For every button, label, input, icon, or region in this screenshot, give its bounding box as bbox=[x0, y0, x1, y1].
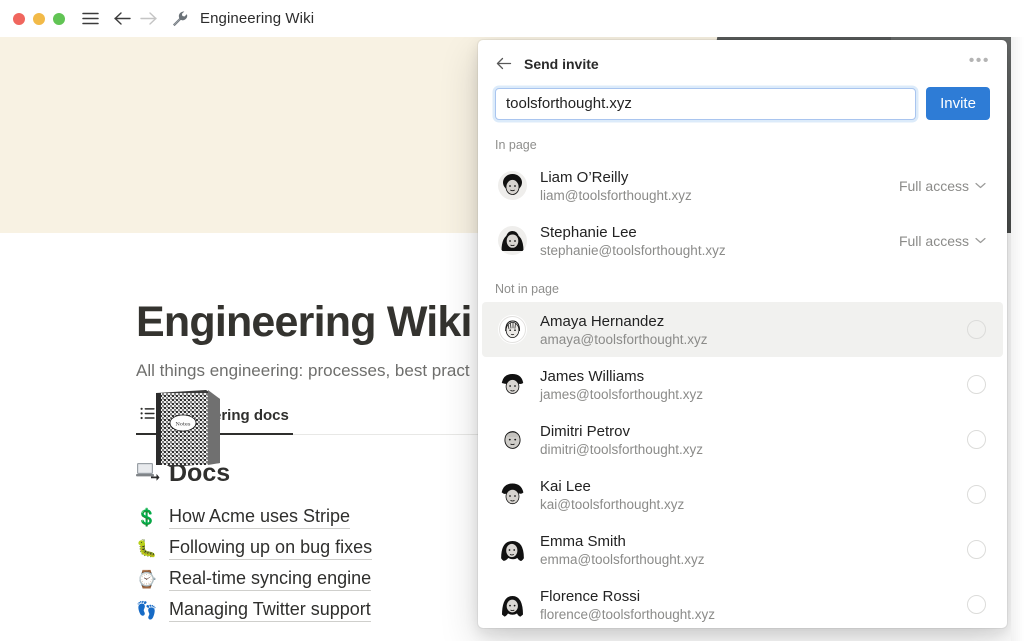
avatar-emma bbox=[498, 535, 527, 564]
access-dropdown[interactable]: Full access bbox=[899, 233, 986, 249]
doc-link[interactable]: How Acme uses Stripe bbox=[169, 506, 350, 529]
list-item-stephanie-lee[interactable]: Stephanie Lee stephanie@toolsforthought.… bbox=[482, 213, 1003, 268]
modal-title: Send invite bbox=[524, 56, 599, 72]
wrench-icon[interactable] bbox=[167, 6, 193, 32]
doc-link[interactable]: Real-time syncing engine bbox=[169, 568, 371, 591]
chevron-down-icon bbox=[975, 237, 986, 244]
select-radio[interactable] bbox=[967, 430, 986, 449]
group-label-not-in-page: Not in page bbox=[478, 268, 1007, 302]
select-radio[interactable] bbox=[967, 375, 986, 394]
access-label: Full access bbox=[899, 233, 969, 249]
window-titlebar: Engineering Wiki bbox=[0, 0, 1024, 37]
svg-text:Notes: Notes bbox=[176, 422, 191, 428]
arrow-right-icon[interactable] bbox=[135, 6, 161, 32]
avatar-dimitri bbox=[498, 425, 527, 454]
person-name: Dimitri Petrov bbox=[540, 423, 703, 440]
person-email: liam@toolsforthought.xyz bbox=[540, 188, 692, 203]
close-window-button[interactable] bbox=[13, 13, 25, 25]
person-email: amaya@toolsforthought.xyz bbox=[540, 332, 708, 347]
avatar-kai bbox=[498, 480, 527, 509]
person-name: Amaya Hernandez bbox=[540, 313, 708, 330]
invite-search-input[interactable] bbox=[495, 88, 916, 120]
person-email: kai@toolsforthought.xyz bbox=[540, 497, 684, 512]
bug-icon: 🐛 bbox=[136, 539, 158, 559]
doc-link[interactable]: Managing Twitter support bbox=[169, 599, 371, 622]
maximize-window-button[interactable] bbox=[53, 13, 65, 25]
dollar-icon: 💲 bbox=[136, 508, 158, 528]
person-email: emma@toolsforthought.xyz bbox=[540, 552, 705, 567]
person-name: James Williams bbox=[540, 368, 703, 385]
select-radio[interactable] bbox=[967, 485, 986, 504]
invite-button[interactable]: Invite bbox=[926, 87, 990, 120]
avatar-stephanie bbox=[498, 226, 527, 255]
footprints-icon: 👣 bbox=[136, 601, 158, 621]
back-arrow-icon[interactable] bbox=[494, 54, 514, 74]
list-item-liam-oreilly[interactable]: Liam O’Reilly liam@toolsforthought.xyz F… bbox=[482, 158, 1003, 213]
person-email: james@toolsforthought.xyz bbox=[540, 387, 703, 402]
person-email: florence@toolsforthought.xyz bbox=[540, 607, 715, 622]
avatar-florence bbox=[498, 590, 527, 619]
person-name: Liam O’Reilly bbox=[540, 169, 692, 186]
person-email: dimitri@toolsforthought.xyz bbox=[540, 442, 703, 457]
chevron-down-icon bbox=[975, 182, 986, 189]
person-name: Stephanie Lee bbox=[540, 224, 726, 241]
invite-input-row: Invite bbox=[478, 87, 1007, 120]
access-label: Full access bbox=[899, 178, 969, 194]
access-dropdown[interactable]: Full access bbox=[899, 178, 986, 194]
list-item-florence-rossi[interactable]: Florence Rossi florence@toolsforthought.… bbox=[482, 577, 1003, 628]
background-avatar bbox=[852, 637, 882, 641]
avatar-james bbox=[498, 370, 527, 399]
list-item-james-williams[interactable]: James Williams james@toolsforthought.xyz bbox=[482, 357, 1003, 412]
watch-icon: ⌚ bbox=[136, 570, 158, 590]
list-item-dimitri-petrov[interactable]: Dimitri Petrov dimitri@toolsforthought.x… bbox=[482, 412, 1003, 467]
minimize-window-button[interactable] bbox=[33, 13, 45, 25]
doc-link[interactable]: Following up on bug fixes bbox=[169, 537, 372, 560]
person-name: Florence Rossi bbox=[540, 588, 715, 605]
list-item-kai-lee[interactable]: Kai Lee kai@toolsforthought.xyz bbox=[482, 467, 1003, 522]
list-item-emma-smith[interactable]: Emma Smith emma@toolsforthought.xyz bbox=[482, 522, 1003, 577]
send-invite-modal: Send invite ••• Invite In page Liam O’Re… bbox=[478, 40, 1007, 628]
avatar-amaya bbox=[498, 315, 527, 344]
select-radio[interactable] bbox=[967, 595, 986, 614]
window-edge-shadow bbox=[1011, 37, 1024, 641]
modal-header: Send invite ••• bbox=[478, 40, 1007, 87]
select-radio[interactable] bbox=[967, 540, 986, 559]
traffic-light-buttons bbox=[13, 13, 65, 25]
ellipsis-icon[interactable]: ••• bbox=[969, 57, 990, 71]
list-item-amaya-hernandez[interactable]: Amaya Hernandez amaya@toolsforthought.xy… bbox=[482, 302, 1003, 357]
person-email: stephanie@toolsforthought.xyz bbox=[540, 243, 726, 258]
avatar-liam bbox=[498, 171, 527, 200]
notebook-icon[interactable]: Notes bbox=[148, 387, 226, 471]
select-radio[interactable] bbox=[967, 320, 986, 339]
person-name: Kai Lee bbox=[540, 478, 684, 495]
app-window: Engineering Wiki bbox=[0, 0, 1024, 641]
hamburger-icon[interactable] bbox=[77, 6, 103, 32]
group-label-in-page: In page bbox=[478, 120, 1007, 158]
window-title: Engineering Wiki bbox=[200, 10, 314, 27]
arrow-left-icon[interactable] bbox=[109, 6, 135, 32]
person-name: Emma Smith bbox=[540, 533, 705, 550]
